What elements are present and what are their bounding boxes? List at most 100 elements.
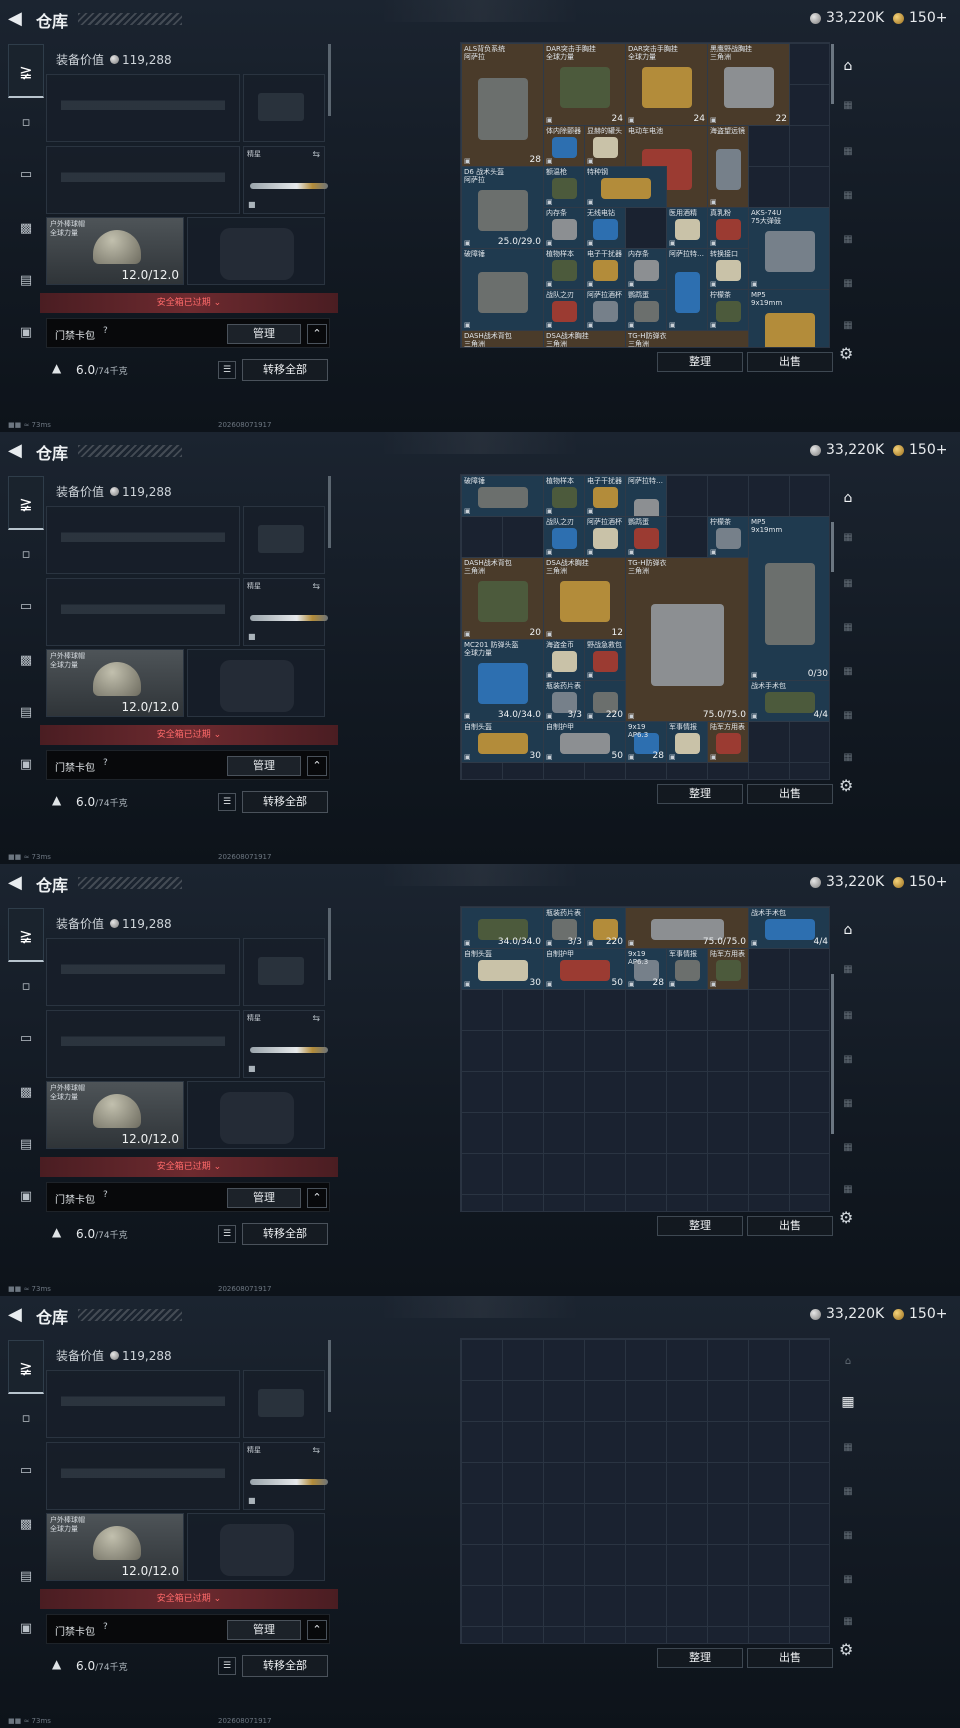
stash-grid[interactable]: 瓶装药片表 ▣ 3/3 ▣ 34.0/34.0 ▣ 220 ▣ 75.0/75.0 战术手术包 ▣ 4… [460, 906, 830, 1212]
stash-tab-7-icon[interactable]: ▦ [836, 1612, 860, 1632]
nav-vest-icon[interactable]: ▫ [13, 974, 39, 1000]
stash-tab-6-icon[interactable]: ▦ [836, 706, 860, 726]
stash-tab-5-icon[interactable]: ▦ [836, 1526, 860, 1546]
stash-tab-3-icon[interactable]: ▦ [836, 142, 860, 162]
stash-tab-home-icon[interactable]: ⌂ [836, 488, 860, 508]
melee-slot[interactable]: 精星 ⇆ ■ [243, 578, 328, 646]
stash-item[interactable]: 内存条 ▣ [543, 207, 585, 249]
stash-grid[interactable]: ALS背负系统 阿萨拉 ▣ 28 DAR突击手胸挂 全球力量 ▣ 24 DAR突击手胸挂 全… [460, 42, 830, 348]
stash-item[interactable]: 阿萨拉特… ▣ [666, 248, 708, 331]
stash-tab-4-icon[interactable]: ▦ [836, 1050, 860, 1070]
stash-item[interactable]: 海盗金币 ▣ [543, 639, 585, 681]
stash-tab-5-icon[interactable]: ▦ [836, 230, 860, 250]
swap-icon[interactable]: ⇆ [312, 1014, 320, 1024]
helmet-slot[interactable]: 户外棒球帽 全球力量 12.0/12.0 [46, 1513, 184, 1581]
pistol-slot[interactable] [243, 938, 325, 1006]
pistol-slot[interactable] [243, 74, 325, 142]
stash-item[interactable]: MC201 防弹头盔 全球力量 ▣ 34.0/34.0 [461, 639, 544, 722]
chevron-up-icon[interactable]: ⌃ [307, 1620, 327, 1640]
stash-item[interactable]: 9x19 AP6.3 ▣ 28 [625, 948, 667, 990]
nav-armor-icon[interactable]: ▭ [13, 1458, 39, 1484]
stash-item[interactable]: D6 战术头盔 阿萨拉 ▣ 25.0/29.0 [461, 166, 544, 249]
stash-item[interactable]: 9x19 AP6.3 ▣ 28 [625, 721, 667, 763]
nav-backpack-icon[interactable]: ▩ [13, 216, 39, 242]
stash-item[interactable]: 瓶装药片表 ▣ 3/3 [543, 680, 585, 722]
stash-item[interactable]: MP5 9x19mm▣ [748, 289, 829, 347]
stash-tab-2-icon[interactable]: ▦ [836, 528, 860, 548]
swap-icon[interactable]: ⇆ [312, 582, 320, 592]
manage-button[interactable]: 管理 [227, 756, 301, 776]
stash-item[interactable]: 军事情报 ▣ [666, 721, 708, 763]
nav-armor-icon[interactable]: ▭ [13, 162, 39, 188]
nav-vest-icon[interactable]: ▫ [13, 542, 39, 568]
equipment-scrollbar[interactable] [328, 1340, 331, 1412]
stash-item[interactable]: 医用酒精 ▣ [666, 207, 708, 249]
stash-item[interactable]: 自制护甲 ▣ 50 [543, 948, 626, 990]
transfer-all-button[interactable]: 转移全部 [242, 791, 328, 813]
pistol-slot[interactable] [243, 506, 325, 574]
armor-slot[interactable] [187, 1081, 325, 1149]
sort-button[interactable]: 整理 [657, 1216, 743, 1236]
back-arrow-icon[interactable]: ◀ [8, 873, 28, 893]
stash-item[interactable]: ▣ 220 [584, 907, 626, 949]
stash-item[interactable]: ALS背负系统 阿萨拉 ▣ 28 [461, 43, 544, 167]
list-icon[interactable]: ☰ [218, 1657, 236, 1675]
settings-gear-icon[interactable]: ⚙ [839, 1208, 853, 1227]
stash-tab-4-icon[interactable]: ▦ [836, 1482, 860, 1502]
stash-item[interactable]: AKS-74U 75大弹鼓 ▣ [748, 207, 829, 290]
stash-item[interactable]: 植物样本 ▣ [543, 248, 585, 290]
transfer-all-button[interactable]: 转移全部 [242, 359, 328, 381]
primary-weapon-slot[interactable] [46, 1370, 240, 1438]
nav-box-icon[interactable]: ▤ [13, 700, 39, 726]
help-icon[interactable]: ? [103, 326, 108, 336]
stash-item[interactable]: 自制护甲 ▣ 50 [543, 721, 626, 763]
stash-item[interactable]: MP5 9x19mm ▣ 0/30 [748, 516, 829, 681]
stash-item[interactable]: DASH战术背包 三角洲▣ [461, 330, 544, 347]
transfer-all-button[interactable]: 转移全部 [242, 1223, 328, 1245]
stash-tab-3-icon[interactable]: ▦ [836, 1006, 860, 1026]
secondary-weapon-slot[interactable] [46, 1010, 240, 1078]
nav-backpack-icon[interactable]: ▩ [13, 648, 39, 674]
manage-button[interactable]: 管理 [227, 1620, 301, 1640]
nav-weapons-icon[interactable]: ≩ [8, 1340, 44, 1394]
settings-gear-icon[interactable]: ⚙ [839, 1640, 853, 1659]
nav-box-icon[interactable]: ▤ [13, 268, 39, 294]
help-icon[interactable]: ? [103, 758, 108, 768]
stash-item[interactable]: 柠檬茶 ▣ [707, 289, 749, 331]
help-icon[interactable]: ? [103, 1622, 108, 1632]
list-icon[interactable]: ☰ [218, 1225, 236, 1243]
nav-vest-icon[interactable]: ▫ [13, 110, 39, 136]
stash-item[interactable]: DSA战术胸挂 三角洲 ▣ 12 [543, 557, 626, 640]
armor-slot[interactable] [187, 1513, 325, 1581]
manage-button[interactable]: 管理 [227, 1188, 301, 1208]
stash-item[interactable]: 阿萨拉酒杯 ▣ [584, 289, 626, 331]
stash-item[interactable]: 额温枪 ▣ [543, 166, 585, 208]
stash-item[interactable]: 战术手术包 ▣ 4/4 [748, 907, 829, 949]
nav-weapons-icon[interactable]: ≩ [8, 908, 44, 962]
equipment-scrollbar[interactable] [328, 476, 331, 548]
nav-vest-icon[interactable]: ▫ [13, 1406, 39, 1432]
stash-item[interactable]: 柠檬茶 ▣ [707, 516, 749, 558]
back-arrow-icon[interactable]: ◀ [8, 1305, 28, 1325]
stash-item[interactable]: ▣ 220 [584, 680, 626, 722]
stash-item[interactable]: ▣ 75.0/75.0 [625, 907, 749, 949]
safe-box-expired-banner[interactable]: 安全箱已过期 ⌄ [40, 293, 338, 313]
stash-tab-5-icon[interactable]: ▦ [836, 662, 860, 682]
secondary-weapon-slot[interactable] [46, 146, 240, 214]
nav-case-icon[interactable]: ▣ [13, 320, 39, 346]
stash-item[interactable]: 电子干扰器 ▣ [584, 475, 626, 517]
nav-weapons-icon[interactable]: ≩ [8, 44, 44, 98]
stash-tab-7-icon[interactable]: ▦ [836, 316, 860, 336]
stash-item[interactable]: 真乳粉 ▣ [707, 207, 749, 249]
stash-item[interactable]: DASH战术背包 三角洲 ▣ 20 [461, 557, 544, 640]
stash-item[interactable]: 破障锤 ▣ [461, 248, 544, 331]
primary-weapon-slot[interactable] [46, 74, 240, 142]
stash-item[interactable]: 显赫的罐头 ▣ [584, 125, 626, 167]
manage-button[interactable]: 管理 [227, 324, 301, 344]
stash-item[interactable]: 陆军方用表 ▣ [707, 721, 749, 763]
stash-item[interactable]: 战队之刃 ▣ [543, 516, 585, 558]
sell-button[interactable]: 出售 [747, 1648, 833, 1668]
stash-tab-7-icon[interactable]: ▦ [836, 1180, 860, 1200]
melee-slot[interactable]: 精星 ⇆ ■ [243, 146, 328, 214]
melee-slot[interactable]: 精星 ⇆ ■ [243, 1442, 328, 1510]
